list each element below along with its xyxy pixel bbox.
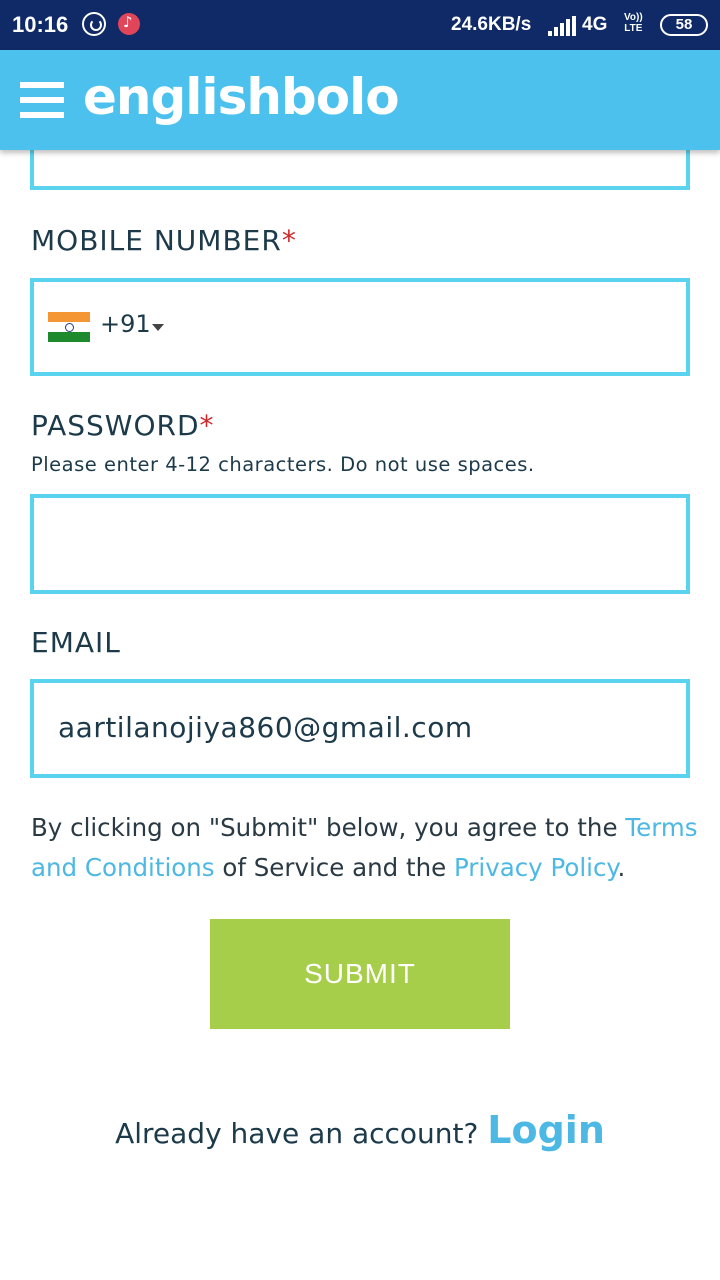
hamburger-menu-icon[interactable] (20, 80, 64, 120)
login-link[interactable]: Login (487, 1108, 605, 1152)
email-field[interactable]: aartilanojiya860@gmail.com (30, 679, 690, 778)
terms-prefix: By clicking on "Submit" below, you agree… (31, 813, 626, 842)
required-mark: * (199, 409, 215, 442)
required-mark: * (281, 224, 297, 257)
login-prompt-text: Already have an account? (115, 1117, 479, 1150)
app-logo: englishbolo (83, 68, 400, 126)
password-label: PASSWORD* (31, 409, 215, 442)
volte-bottom: LTE (624, 23, 643, 34)
submit-button[interactable]: SUBMIT (210, 919, 510, 1029)
network-speed: 24.6KB/s (451, 14, 532, 35)
chevron-down-icon[interactable] (152, 324, 164, 331)
terms-text: By clicking on "Submit" below, you agree… (31, 808, 701, 888)
mobile-number-field[interactable]: +91 (30, 278, 690, 376)
terms-suffix: . (617, 853, 626, 882)
music-notification-icon (118, 13, 140, 35)
clock: 10:16 (12, 12, 69, 37)
battery-icon: 58 (660, 14, 708, 36)
country-code[interactable]: +91 (100, 310, 151, 338)
volte-icon: Vo)) LTE (624, 12, 643, 34)
signal-icon (548, 16, 576, 36)
status-bar: 10:16 24.6KB/s 4G Vo)) LTE 58 (0, 0, 720, 50)
network-type: 4G (582, 14, 608, 35)
password-field[interactable] (30, 494, 690, 594)
email-value[interactable]: aartilanojiya860@gmail.com (58, 711, 473, 744)
mobile-number-label-text: MOBILE NUMBER (31, 224, 282, 257)
login-prompt: Already have an account? Login (0, 1108, 720, 1152)
india-flag-icon[interactable] (48, 312, 90, 342)
volte-top: Vo)) (624, 12, 643, 23)
email-label: EMAIL (31, 626, 121, 659)
privacy-policy-link[interactable]: Privacy Policy (454, 853, 617, 882)
password-hint: Please enter 4-12 characters. Do not use… (31, 453, 535, 476)
whatsapp-icon (82, 12, 106, 36)
app-header: englishbolo (0, 50, 720, 150)
mobile-number-label: MOBILE NUMBER* (31, 224, 297, 257)
terms-middle: of Service and the (214, 853, 454, 882)
password-label-text: PASSWORD (31, 409, 200, 442)
